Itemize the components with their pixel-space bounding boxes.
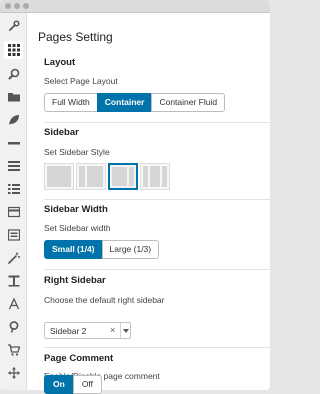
window-dot[interactable] (5, 3, 11, 9)
layout-button-group: Full Width Container Container Fluid (44, 93, 226, 112)
clear-icon[interactable]: × (110, 325, 115, 335)
divider (44, 269, 270, 270)
cart-icon[interactable] (4, 341, 23, 359)
font-icon[interactable] (4, 295, 23, 313)
page-comment-button-group: On Off (44, 375, 102, 394)
wrench-icon[interactable] (4, 17, 23, 35)
layout-description: Select Page Layout (44, 76, 118, 86)
page-comment-title: Page Comment (44, 353, 114, 364)
menu-icon[interactable] (4, 157, 23, 175)
page-title: Pages Setting (38, 30, 113, 44)
title-bar (0, 0, 270, 13)
sidebar-style-right[interactable] (108, 163, 138, 190)
layout-title: Layout (44, 57, 76, 68)
chevron-down-icon[interactable] (120, 323, 130, 338)
comment-off-button[interactable]: Off (72, 375, 102, 394)
right-sidebar-select[interactable]: Sidebar 2 × (44, 322, 131, 339)
text-icon[interactable] (4, 272, 23, 290)
right-sidebar-description: Choose the default right sidebar (44, 295, 165, 305)
divider (44, 199, 270, 200)
comment-on-button[interactable]: On (44, 375, 74, 394)
select-value: Sidebar 2 (50, 326, 87, 336)
pin-icon[interactable] (4, 318, 23, 336)
layout-container-fluid-button[interactable]: Container Fluid (151, 93, 226, 112)
leaf-icon[interactable] (4, 111, 23, 129)
sidebar-width-small-button[interactable]: Small (1/4) (44, 240, 103, 259)
sidebar-description: Set Sidebar Style (44, 147, 110, 157)
icon-sidebar (0, 13, 27, 390)
window-dot[interactable] (23, 3, 29, 9)
list-icon[interactable] (4, 180, 23, 198)
minus-icon[interactable] (4, 134, 23, 152)
image-icon[interactable] (4, 226, 23, 244)
move-icon[interactable] (4, 364, 23, 382)
divider (44, 122, 270, 123)
sidebar-width-large-button[interactable]: Large (1/3) (101, 240, 160, 259)
folder-icon[interactable] (4, 88, 23, 106)
search-icon[interactable] (4, 65, 23, 83)
sidebar-style-options (44, 163, 172, 190)
divider (44, 347, 270, 348)
sidebar-width-description: Set Sidebar width (44, 223, 111, 233)
magic-wand-icon[interactable] (4, 249, 23, 267)
sidebar-title: Sidebar (44, 127, 79, 138)
layout-full-width-button[interactable]: Full Width (44, 93, 98, 112)
window-dot[interactable] (14, 3, 20, 9)
card-icon[interactable] (4, 203, 23, 221)
right-sidebar-title: Right Sidebar (44, 275, 106, 286)
layout-container-button[interactable]: Container (96, 93, 153, 112)
sidebar-width-title: Sidebar Width (44, 204, 108, 215)
sidebar-style-none[interactable] (44, 163, 74, 190)
app-window: Pages Setting Layout Select Page Layout … (0, 0, 270, 390)
settings-panel: Pages Setting Layout Select Page Layout … (38, 13, 270, 390)
sidebar-style-both[interactable] (140, 163, 170, 190)
grid-icon[interactable] (4, 41, 23, 59)
sidebar-width-button-group: Small (1/4) Large (1/3) (44, 240, 160, 259)
sidebar-style-left[interactable] (76, 163, 106, 190)
